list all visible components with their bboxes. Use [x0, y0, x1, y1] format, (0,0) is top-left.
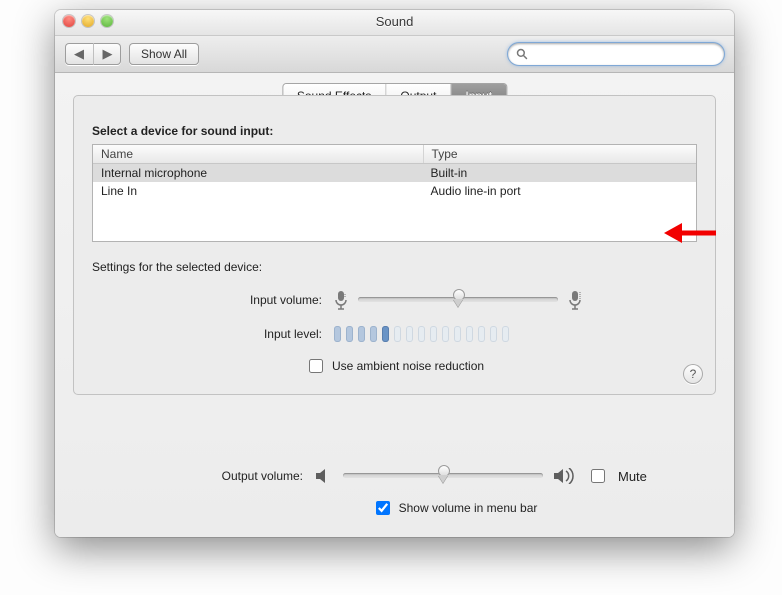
input-volume-slider[interactable]: [358, 291, 558, 309]
device-type: Built-in: [423, 164, 696, 182]
ambient-noise-checkbox[interactable]: [309, 359, 323, 373]
menubar-volume-label[interactable]: Show volume in menu bar: [399, 501, 538, 515]
menubar-volume-checkbox[interactable]: [376, 501, 390, 515]
mute-label[interactable]: Mute: [618, 469, 647, 484]
zoom-window-button[interactable]: [101, 15, 113, 27]
settings-for-device-label: Settings for the selected device:: [92, 260, 697, 274]
output-volume-label: Output volume:: [73, 469, 315, 483]
close-window-button[interactable]: [63, 15, 75, 27]
ambient-noise-row: Use ambient noise reduction: [92, 356, 697, 376]
output-volume-slider[interactable]: [343, 467, 543, 485]
window-controls: [63, 13, 726, 27]
mic-low-icon: [334, 290, 348, 310]
input-volume-row: Input volume:: [92, 288, 697, 312]
output-volume-section: Output volume: Mute Show volume in menu …: [73, 464, 716, 518]
select-device-label: Select a device for sound input:: [92, 124, 697, 138]
mute-checkbox[interactable]: [591, 469, 605, 483]
device-type: Audio line-in port: [423, 182, 696, 200]
input-settings-group: Select a device for sound input: Name Ty…: [73, 95, 716, 395]
speaker-high-icon: [553, 468, 577, 484]
input-level-meter: [334, 326, 509, 342]
show-all-button[interactable]: Show All: [129, 43, 199, 65]
table-row[interactable]: Internal microphoneBuilt-in: [93, 164, 696, 182]
menubar-volume-row: Show volume in menu bar: [193, 498, 716, 518]
col-type[interactable]: Type: [424, 145, 696, 163]
forward-button[interactable]: ▶: [93, 43, 121, 65]
speaker-low-icon: [315, 468, 333, 484]
search-icon: [516, 48, 528, 60]
input-volume-label: Input volume:: [92, 293, 334, 307]
table-header: Name Type: [93, 145, 696, 164]
input-level-row: Input level:: [92, 322, 697, 346]
search-input[interactable]: [534, 46, 716, 62]
nav-back-forward: ◀ ▶: [65, 43, 121, 65]
minimize-window-button[interactable]: [82, 15, 94, 27]
device-name: Internal microphone: [93, 164, 423, 182]
input-level-label: Input level:: [92, 327, 334, 341]
input-device-table[interactable]: Name Type Internal microphoneBuilt-inLin…: [92, 144, 697, 242]
toolbar: ◀ ▶ Show All: [55, 36, 734, 73]
pane-body: Sound EffectsOutputInput Select a device…: [55, 73, 734, 537]
help-button[interactable]: ?: [683, 364, 703, 384]
col-name[interactable]: Name: [93, 145, 424, 163]
back-button[interactable]: ◀: [65, 43, 93, 65]
ambient-noise-label[interactable]: Use ambient noise reduction: [332, 359, 484, 373]
titlebar: Sound: [55, 10, 734, 36]
table-row[interactable]: Line InAudio line-in port: [93, 182, 696, 200]
search-field[interactable]: [508, 43, 724, 65]
output-volume-row: Output volume: Mute: [73, 464, 716, 488]
sound-preferences-window: Sound ◀ ▶ Show All Sound EffectsOutputIn…: [55, 10, 734, 537]
mic-high-icon: [568, 290, 582, 310]
device-name: Line In: [93, 182, 423, 200]
